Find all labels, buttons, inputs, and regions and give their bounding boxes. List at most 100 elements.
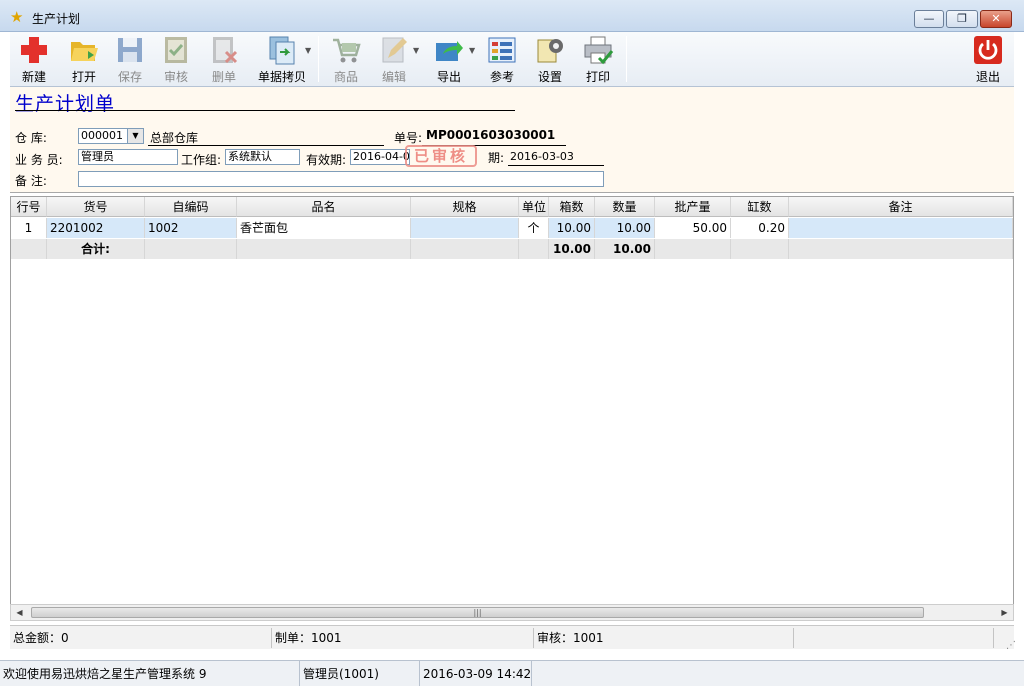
workgroup-field[interactable]: 系统默认 (225, 149, 300, 165)
open-label: 打开 (71, 70, 96, 84)
export-dropdown-arrow-icon[interactable]: ▼ (469, 46, 477, 55)
audit-check-icon (165, 37, 187, 63)
cell-unit[interactable]: 个 (519, 218, 549, 238)
total-blank (145, 239, 237, 259)
settings-button[interactable]: 设置 (532, 34, 568, 85)
total-blank (11, 239, 47, 259)
total-blank (731, 239, 789, 259)
column-header[interactable]: 批产量 (655, 197, 731, 217)
column-header[interactable]: 货号 (47, 197, 145, 217)
total-blank (519, 239, 549, 259)
summary-blank (794, 628, 994, 648)
warehouse-name-underline (148, 145, 384, 146)
total-blank (789, 239, 1013, 259)
scroll-thumb[interactable]: ||| (31, 607, 924, 618)
warehouse-select[interactable]: 000001 ▼ (78, 128, 144, 144)
chevron-down-icon[interactable]: ▼ (127, 129, 143, 143)
document-maker: 制单：1001 (272, 628, 534, 648)
document-auditor: 审核：1001 (534, 628, 794, 648)
open-button[interactable]: 打开 (64, 34, 104, 85)
reference-label: 参考 (489, 70, 514, 84)
column-header[interactable]: 行号 (11, 197, 47, 217)
warehouse-label: 仓 库: (15, 131, 47, 145)
minimize-button[interactable]: — (914, 10, 944, 28)
column-header[interactable]: 数量 (595, 197, 655, 217)
document-title: 生产计划单 (15, 93, 116, 115)
column-header[interactable]: 单位 (519, 197, 549, 217)
scroll-right-icon[interactable]: ▶ (996, 605, 1013, 620)
toolbar-separator (318, 36, 319, 82)
date-field[interactable]: 2016-03-03 (510, 150, 574, 163)
audit-button[interactable]: 审核 (158, 34, 194, 85)
cell-remark[interactable] (789, 218, 1013, 238)
total-blank (655, 239, 731, 259)
date-underline (508, 165, 604, 166)
workgroup-label: 工作组: (181, 153, 222, 167)
edit-button[interactable]: 编辑 (374, 34, 414, 85)
table-row[interactable]: 1 2201002 1002 香芒面包 个 10.00 10.00 50.00 … (11, 218, 1013, 238)
audit-label: 审核 (163, 70, 188, 84)
document-header: 生产计划单 仓 库: 000001 ▼ 总部仓库 单号: MP000160303… (10, 87, 1014, 193)
cell-selfcode[interactable]: 1002 (145, 218, 237, 238)
cell-name[interactable]: 香芒面包 (237, 218, 411, 238)
valid-date-label: 有效期: (306, 153, 347, 167)
maximize-button[interactable]: ❐ (946, 10, 978, 28)
date-label: 期: (488, 151, 505, 165)
row-number: 1 (11, 218, 47, 238)
remark-label: 备 注: (15, 174, 47, 188)
delete-button[interactable]: 删单 (206, 34, 242, 85)
remark-field[interactable] (78, 171, 604, 187)
scroll-left-icon[interactable]: ◀ (11, 605, 28, 620)
cell-vats[interactable]: 0.20 (731, 218, 789, 238)
welcome-message: 欢迎使用易迅烘焙之星生产管理系统 9 (0, 661, 300, 686)
total-boxes: 10.00 (549, 239, 595, 259)
warehouse-name: 总部仓库 (150, 131, 199, 145)
summary-bar: 总金额：0 制单：1001 审核：1001 (10, 625, 1014, 649)
new-label: 新建 (21, 70, 46, 84)
copy-dropdown-arrow-icon[interactable]: ▼ (305, 46, 313, 55)
save-label: 保存 (117, 70, 142, 84)
edit-label: 编辑 (381, 70, 406, 84)
save-button[interactable]: 保存 (112, 34, 148, 85)
exit-button[interactable]: 退出 (970, 34, 1006, 85)
audited-stamp: 已审核 (405, 145, 477, 167)
column-header[interactable]: 箱数 (549, 197, 595, 217)
document-number: MP0001603030001 (426, 128, 556, 142)
close-button[interactable]: ✕ (980, 10, 1012, 28)
copy-document-button[interactable]: 单据拷贝 (254, 34, 310, 85)
column-header[interactable]: 缸数 (731, 197, 789, 217)
power-exit-icon (974, 36, 1002, 64)
new-button[interactable]: 新建 (16, 34, 52, 85)
cell-quantity[interactable]: 10.00 (595, 218, 655, 238)
floppy-disk-icon (118, 38, 142, 62)
column-header[interactable]: 品名 (237, 197, 411, 217)
settings-label: 设置 (537, 70, 562, 84)
cell-boxes[interactable]: 10.00 (549, 218, 595, 238)
resize-grip-icon[interactable]: ⋰ (1006, 640, 1016, 651)
printer-icon (584, 36, 614, 65)
delete-label: 删单 (211, 70, 236, 84)
print-button[interactable]: 打印 (580, 34, 616, 85)
valid-date-field[interactable]: 2016-04-02 (350, 149, 410, 165)
grid-header-row: 行号 货号 自编码 品名 规格 单位 箱数 数量 批产量 缸数 备注 (11, 197, 1013, 217)
reference-button[interactable]: 参考 (484, 34, 520, 85)
toolbar-separator (626, 36, 627, 82)
detail-grid: 行号 货号 自编码 品名 规格 单位 箱数 数量 批产量 缸数 备注 1 220… (10, 196, 1014, 606)
edit-dropdown-arrow-icon[interactable]: ▼ (413, 46, 421, 55)
cell-code[interactable]: 2201002 (47, 218, 145, 238)
column-header[interactable]: 规格 (411, 197, 519, 217)
goods-button[interactable]: 商品 (328, 34, 364, 85)
exit-label: 退出 (975, 70, 1000, 84)
export-button[interactable]: 导出 (428, 34, 470, 85)
cell-spec[interactable] (411, 218, 519, 238)
copy-document-label: 单据拷贝 (257, 70, 306, 84)
cell-batch[interactable]: 50.00 (655, 218, 731, 238)
plus-icon (21, 37, 47, 63)
horizontal-scrollbar[interactable]: ◀ ||| ▶ (10, 604, 1014, 621)
column-header[interactable]: 备注 (789, 197, 1013, 217)
column-header[interactable]: 自编码 (145, 197, 237, 217)
settings-gear-icon (537, 39, 563, 63)
salesman-field[interactable]: 管理员 (78, 149, 178, 165)
delete-document-icon (213, 37, 238, 64)
toolbar: 新建 打开 保存 审核 删单 单据拷贝 ▼ 商品 编辑 ▼ 导出 ▼ 参考 设置 (10, 32, 1014, 87)
